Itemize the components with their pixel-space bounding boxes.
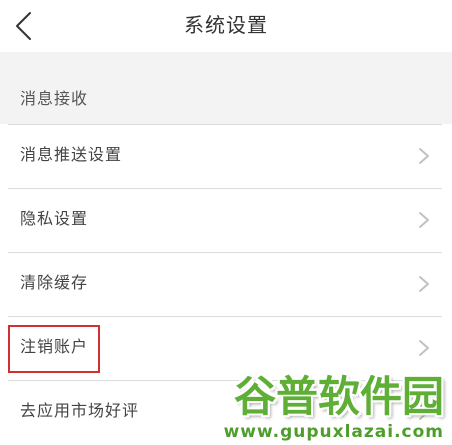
chevron-right-icon [419,148,429,164]
chevron-right-icon [419,404,429,420]
section-title: 消息接收 [20,91,89,108]
chevron-right-icon [419,276,429,292]
menu-item-clear-cache[interactable]: 清除缓存 [0,252,452,316]
menu-item-label: 消息推送设置 [20,147,123,164]
menu-item-push-settings[interactable]: 消息推送设置 [0,124,452,188]
section-header: 消息接收 [0,52,452,124]
menu-item-label: 注销账户 [20,339,89,356]
settings-screen: 系统设置 消息接收 消息推送设置 隐私设置 清除缓存 注销账户 去应用市场好评 [0,0,452,445]
menu-item-label: 去应用市场好评 [20,403,140,420]
menu-item-label: 清除缓存 [20,275,89,292]
menu-item-label: 隐私设置 [20,211,89,228]
top-bar: 系统设置 [0,0,452,52]
menu-item-delete-account[interactable]: 注销账户 [0,316,452,380]
menu-item-privacy-settings[interactable]: 隐私设置 [0,188,452,252]
page-title: 系统设置 [184,15,268,37]
menu-item-rate-app[interactable]: 去应用市场好评 [0,380,452,444]
chevron-right-icon [419,340,429,356]
chevron-right-icon [419,212,429,228]
